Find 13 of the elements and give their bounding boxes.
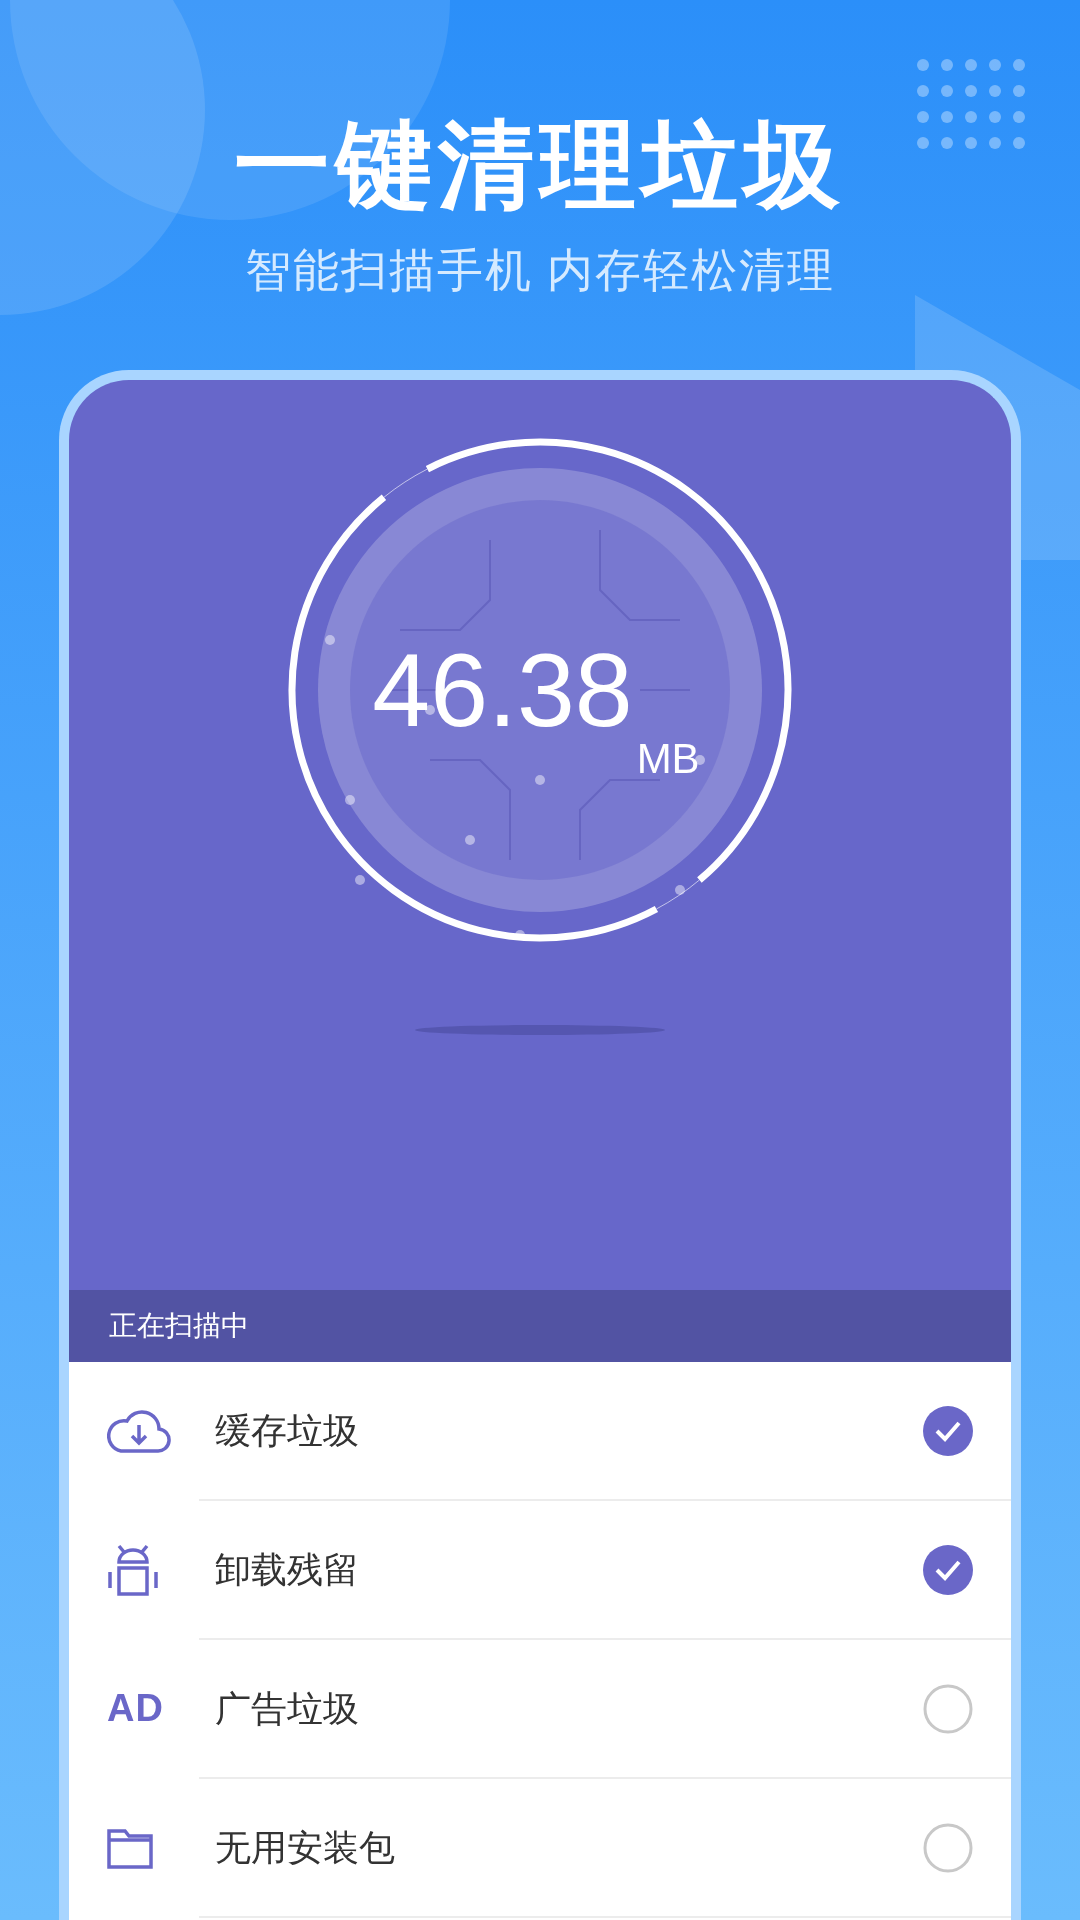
scan-unit: MB xyxy=(636,738,700,780)
item-label: 缓存垃圾 xyxy=(215,1408,360,1453)
folder-icon xyxy=(107,1826,153,1869)
ad-label: AD xyxy=(107,1686,164,1731)
item-label: 卸载残留 xyxy=(215,1547,360,1592)
check-icon[interactable] xyxy=(923,1405,973,1456)
item-label: 广告垃圾 xyxy=(215,1686,360,1731)
item-label: 无用安装包 xyxy=(215,1825,396,1870)
scan-amount: 46.38 xyxy=(372,638,633,742)
headline: 一键清理垃圾 xyxy=(234,110,846,220)
check-icon[interactable] xyxy=(923,1544,973,1595)
subtitle: 智能扫描手机 内存轻松清理 xyxy=(244,243,836,298)
status-text: 正在扫描中 xyxy=(109,1309,249,1343)
